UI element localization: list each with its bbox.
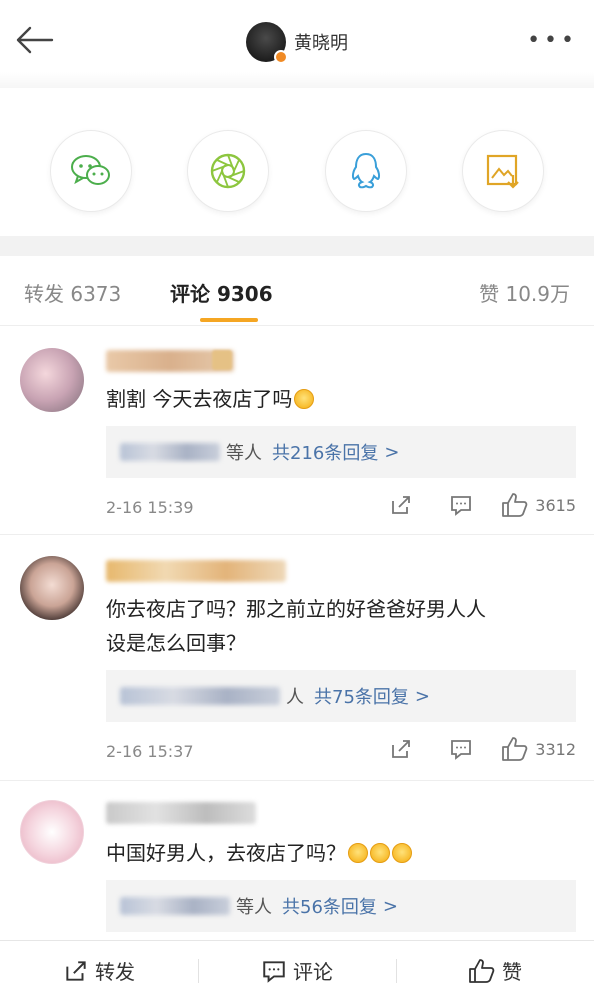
replier-names-blurred bbox=[120, 687, 280, 705]
share-icon bbox=[66, 960, 86, 981]
bottom-like-button[interactable]: 赞 bbox=[396, 941, 594, 1000]
repost-button[interactable] bbox=[371, 737, 431, 761]
like-button[interactable]: 3615 bbox=[501, 492, 576, 518]
thumbs-up-icon bbox=[469, 958, 495, 983]
verified-badge-icon bbox=[274, 50, 288, 64]
wechat-icon bbox=[70, 155, 110, 185]
more-button[interactable]: ••• bbox=[527, 28, 578, 53]
username-blurred[interactable] bbox=[106, 802, 256, 824]
share-icon bbox=[392, 740, 411, 758]
chevron-right-icon: > bbox=[382, 895, 398, 917]
tab-like[interactable]: 赞 10.9万 bbox=[479, 278, 570, 307]
replies-preview[interactable]: 等人 共56条回复 > bbox=[106, 880, 576, 932]
avatar[interactable] bbox=[20, 800, 84, 864]
emoji-icon bbox=[370, 843, 390, 863]
comment-icon bbox=[451, 496, 472, 516]
replies-preview[interactable]: 人 共75条回复 > bbox=[106, 670, 576, 722]
bottom-repost-button[interactable]: 转发 bbox=[0, 941, 198, 1000]
emoji-icon bbox=[294, 389, 315, 409]
comment-divider bbox=[0, 534, 594, 535]
emoji-icon bbox=[392, 843, 412, 863]
member-badge-icon bbox=[212, 350, 232, 370]
share-wechat-button[interactable] bbox=[49, 130, 132, 212]
avatar[interactable] bbox=[20, 556, 84, 620]
share-qq-button[interactable] bbox=[324, 130, 407, 212]
comment-time: 2-16 15:39 bbox=[106, 498, 194, 517]
avatar[interactable] bbox=[20, 348, 84, 412]
bottom-comment-button[interactable]: 评论 bbox=[198, 941, 396, 1000]
comment-text: 割割 今天去夜店了吗 bbox=[106, 382, 315, 416]
comment-divider bbox=[0, 780, 594, 781]
share-row bbox=[0, 130, 594, 220]
avatar[interactable] bbox=[246, 22, 288, 64]
header-divider bbox=[0, 72, 594, 88]
tab-bar: 转发 6373 评论 9306 赞 10.9万 bbox=[0, 256, 594, 326]
replier-names-blurred bbox=[120, 443, 220, 461]
moments-icon bbox=[211, 153, 246, 189]
thumbs-up-icon bbox=[502, 493, 528, 517]
comment-text: 中国好男人，去夜店了吗？ bbox=[106, 836, 412, 870]
top-bar: 黄晓明 ••• bbox=[0, 0, 594, 80]
chevron-right-icon: > bbox=[384, 441, 400, 463]
comment-icon bbox=[263, 960, 285, 983]
like-button[interactable]: 3312 bbox=[501, 736, 576, 762]
replies-preview[interactable]: 等人 共216条回复 > bbox=[106, 426, 576, 478]
reply-button[interactable] bbox=[431, 493, 491, 517]
tab-repost[interactable]: 转发 6373 bbox=[24, 278, 121, 307]
share-icon bbox=[392, 496, 411, 514]
page-title: 黄晓明 bbox=[294, 33, 348, 54]
profile-header[interactable]: 黄晓明 bbox=[0, 22, 594, 64]
thumbs-up-icon bbox=[502, 737, 528, 761]
repost-button[interactable] bbox=[371, 493, 431, 517]
save-image-icon bbox=[487, 154, 520, 189]
qq-icon bbox=[351, 152, 380, 189]
comment-actions: 3615 bbox=[371, 492, 576, 518]
active-tab-indicator bbox=[200, 318, 258, 322]
tab-comment[interactable]: 评论 9306 bbox=[170, 278, 273, 307]
chevron-right-icon: > bbox=[414, 685, 430, 707]
share-moments-button[interactable] bbox=[187, 130, 270, 212]
emoji-icon bbox=[348, 843, 368, 863]
comment-actions: 3312 bbox=[371, 736, 576, 762]
comment-icon bbox=[451, 740, 472, 760]
reply-button[interactable] bbox=[431, 737, 491, 761]
save-image-button[interactable] bbox=[462, 130, 545, 212]
section-separator bbox=[0, 236, 594, 256]
comment-time: 2-16 15:37 bbox=[106, 742, 194, 761]
username-blurred[interactable] bbox=[106, 560, 286, 582]
bottom-action-bar: 转发 评论 赞 bbox=[0, 940, 594, 1000]
comment-text: 你去夜店了吗？那之前立的好爸爸好男人人 设是怎么回事？ bbox=[106, 597, 486, 655]
replier-names-blurred bbox=[120, 897, 230, 915]
